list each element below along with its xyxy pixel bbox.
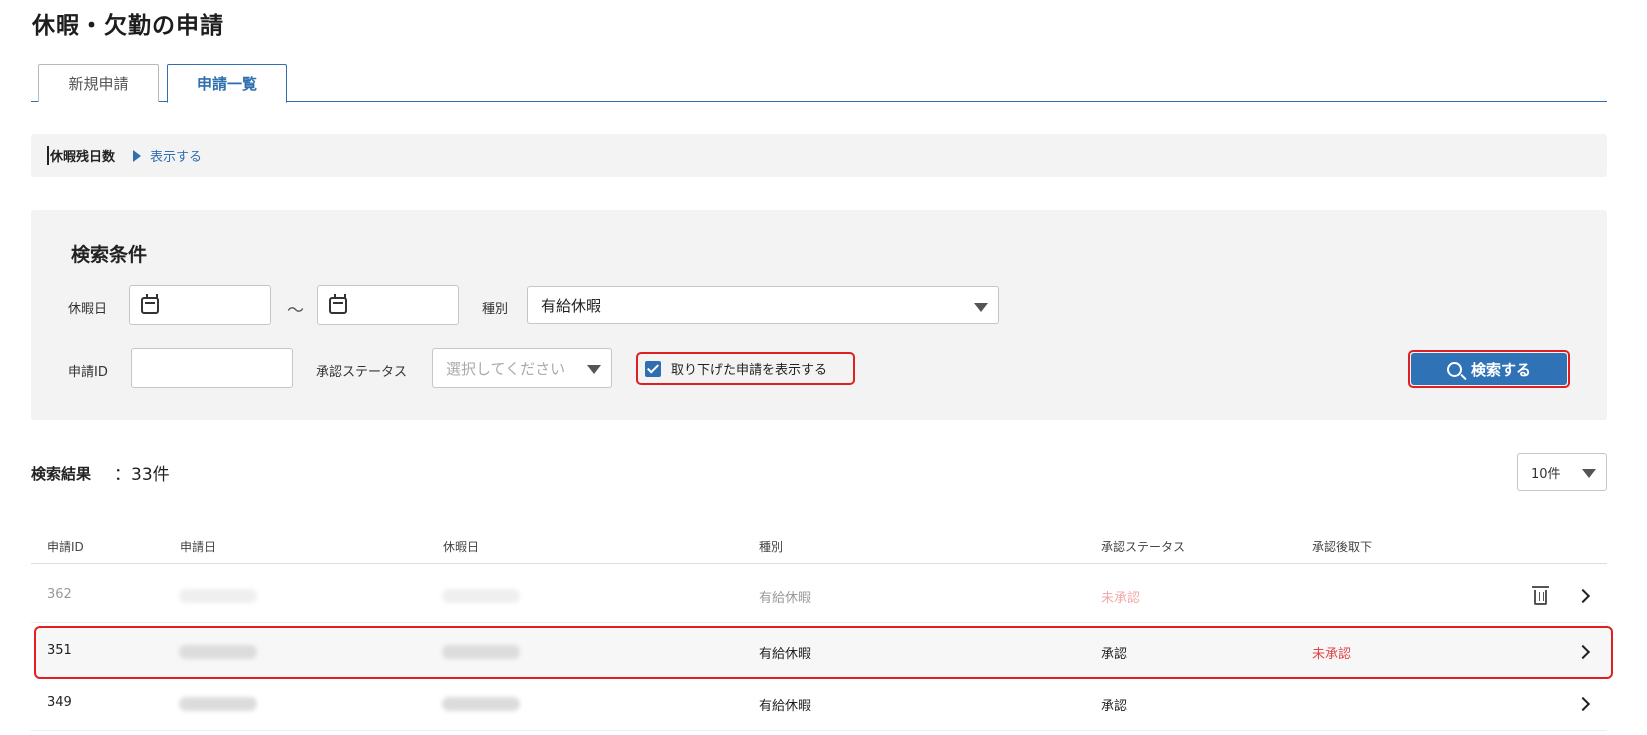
cell-approval-status: 承認: [1101, 699, 1128, 714]
trash-icon[interactable]: [1532, 586, 1549, 605]
cell-request-date-redacted: [179, 645, 257, 659]
table-row[interactable]: 362 有給休暇 未承認: [31, 570, 1607, 622]
col-header-holiday-date: 休暇日: [443, 540, 480, 554]
cell-post-approval-withdraw: 未承認: [1312, 647, 1352, 662]
approval-status-label: 承認ステータス: [316, 365, 408, 380]
tab-request-list[interactable]: 申請一覧: [167, 64, 287, 103]
table-row[interactable]: 349 有給休暇 承認: [31, 678, 1607, 730]
col-header-approval-status: 承認ステータス: [1101, 540, 1186, 554]
cell-request-id: 349: [47, 695, 72, 710]
per-page-select[interactable]: 10件: [1517, 453, 1607, 491]
chevron-right-icon[interactable]: [1575, 644, 1591, 660]
table-row[interactable]: 351 有給休暇 承認 未承認: [31, 626, 1607, 678]
table-header: 申請ID 申請日 休暇日 種別 承認ステータス 承認後取下: [31, 530, 1607, 564]
col-header-post-approval-withdraw: 承認後取下: [1312, 540, 1373, 554]
cell-approval-status: 承認: [1101, 647, 1128, 662]
cell-type: 有給休暇: [759, 647, 812, 662]
cell-type: 有給休暇: [759, 591, 812, 606]
type-select-value: 有給休暇: [541, 296, 602, 315]
search-button[interactable]: 検索する: [1411, 353, 1567, 385]
col-header-type: 種別: [759, 540, 784, 554]
checkbox-checked-icon[interactable]: [645, 360, 661, 377]
cell-request-date-redacted: [179, 697, 257, 711]
cell-request-date-redacted: [179, 589, 257, 603]
leave-balance-toggle-label: 表示する: [150, 150, 203, 165]
search-button-highlight: 検索する: [1408, 350, 1570, 388]
cell-holiday-date-redacted: [442, 589, 520, 603]
cell-holiday-date-redacted: [442, 697, 520, 711]
show-withdrawn-checkbox[interactable]: 取り下げた申請を表示する: [636, 352, 855, 385]
search-icon: [1446, 361, 1462, 377]
request-id-input[interactable]: [131, 348, 293, 388]
date-to-input[interactable]: [317, 285, 459, 325]
chevron-down-icon: [1582, 469, 1596, 478]
row-divider: [31, 622, 1607, 623]
caret-right-icon: [133, 149, 142, 162]
per-page-value: 10件: [1531, 466, 1561, 482]
col-header-request-date: 申請日: [180, 540, 217, 554]
approval-status-select[interactable]: 選択してください: [432, 348, 612, 388]
leave-balance-toggle[interactable]: 表示する: [133, 146, 202, 165]
cell-request-id: 351: [47, 643, 72, 658]
calendar-icon: [329, 293, 347, 314]
search-button-label: 検索する: [1470, 360, 1531, 379]
holiday-date-label: 休暇日: [68, 302, 108, 317]
chevron-down-icon: [974, 303, 988, 312]
type-select[interactable]: 有給休暇: [527, 286, 999, 324]
cell-request-id: 362: [47, 587, 72, 602]
show-withdrawn-label: 取り下げた申請を表示する: [671, 363, 828, 378]
chevron-right-icon[interactable]: [1575, 588, 1591, 604]
search-panel-title: 検索条件: [71, 244, 148, 266]
page-title: 休暇・欠勤の申請: [32, 13, 224, 39]
approval-status-placeholder: 選択してください: [446, 359, 566, 378]
results-count: ：33件: [114, 465, 170, 485]
row-divider: [31, 730, 1607, 731]
date-from-input[interactable]: [129, 285, 271, 325]
type-label: 種別: [482, 302, 509, 317]
search-panel: 検索条件 休暇日 ～ 種別 有給休暇 申請ID 承認ステータス 選択してください…: [31, 210, 1607, 420]
cell-approval-status: 未承認: [1101, 591, 1141, 606]
cell-holiday-date-redacted: [442, 645, 520, 659]
date-range-separator: ～: [287, 301, 304, 321]
request-id-label: 申請ID: [68, 365, 108, 380]
col-header-request-id: 申請ID: [47, 540, 84, 554]
leave-balance-label: 休暇残日数: [47, 146, 115, 165]
tab-bar: 新規申請 申請一覧: [31, 64, 1607, 103]
chevron-down-icon: [587, 365, 601, 374]
leave-balance-bar: 休暇残日数 表示する: [31, 134, 1607, 177]
cell-type: 有給休暇: [759, 699, 812, 714]
chevron-right-icon[interactable]: [1575, 696, 1591, 712]
calendar-icon: [141, 293, 159, 314]
results-label: 検索結果: [31, 465, 92, 483]
tab-new-request[interactable]: 新規申請: [38, 64, 159, 102]
